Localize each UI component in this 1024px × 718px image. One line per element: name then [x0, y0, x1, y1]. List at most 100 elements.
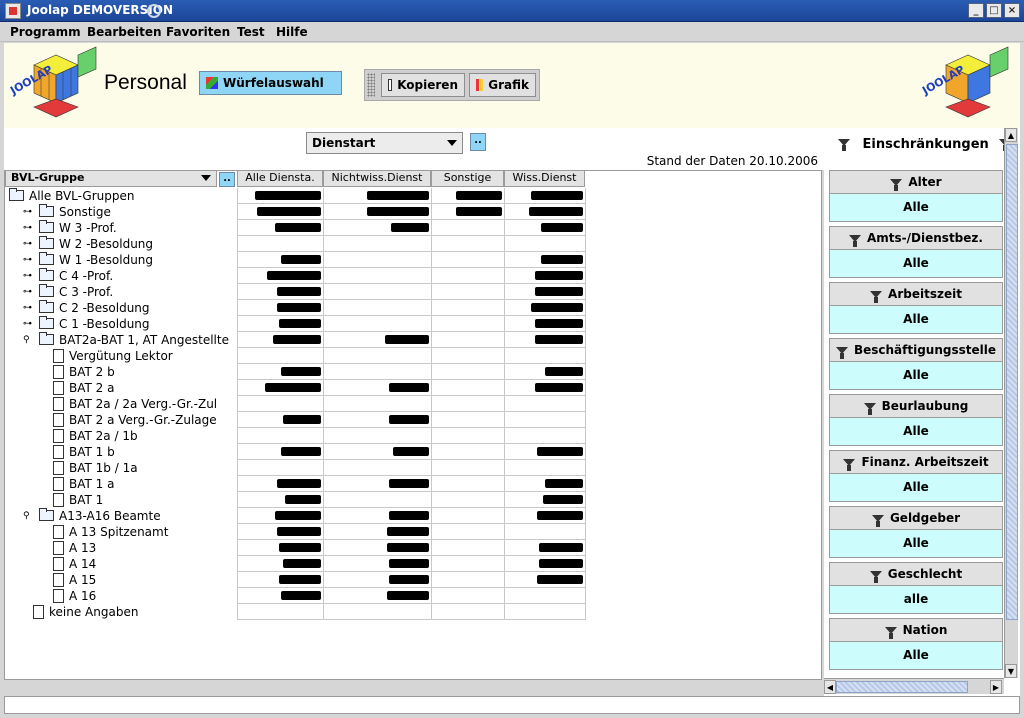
table-row[interactable]: BAT 1	[5, 492, 585, 508]
table-row[interactable]: BAT 1 b	[5, 444, 585, 460]
table-row[interactable]: ⊶ W 1 -Besoldung	[5, 252, 585, 268]
table-row[interactable]: ⊶ C 2 -Besoldung	[5, 300, 585, 316]
table-row[interactable]: ⊶ W 3 -Prof.	[5, 220, 585, 236]
filter-header[interactable]: Geschlecht	[829, 562, 1003, 586]
table-horizontal-scrollbar[interactable]	[4, 680, 822, 694]
table-row[interactable]: A 13 Spitzenamt	[5, 524, 585, 540]
tree-collapsed-icon[interactable]: ⊶	[23, 271, 32, 281]
table-row[interactable]: BAT 2 b	[5, 364, 585, 380]
table-row[interactable]: ⚲ BAT2a-BAT 1, AT Angestellte	[5, 332, 585, 348]
toolbar-grip[interactable]	[367, 73, 375, 97]
funnel-icon	[849, 234, 862, 247]
table-row[interactable]: keine Angaben	[5, 604, 585, 620]
cube-selection-button[interactable]: Würfelauswahl	[199, 71, 342, 95]
table-row[interactable]: Vergütung Lektor	[5, 348, 585, 364]
table-row[interactable]: BAT 1b / 1a	[5, 460, 585, 476]
filter-value[interactable]: Alle	[829, 418, 1003, 446]
scroll-thumb[interactable]	[1006, 144, 1018, 620]
menu-test[interactable]: Test	[237, 25, 265, 39]
filter-value[interactable]: Alle	[829, 474, 1003, 502]
filter-name: Arbeitszeit	[888, 287, 962, 301]
scroll-left-arrow-icon[interactable]: ◀	[824, 680, 836, 694]
filter-header[interactable]: Alter	[829, 170, 1003, 194]
funnel-icon	[838, 139, 850, 151]
filter-header[interactable]: Arbeitszeit	[829, 282, 1003, 306]
row-header-label: BVL-Gruppe	[11, 171, 85, 184]
tree-collapsed-icon[interactable]: ⊶	[23, 319, 32, 329]
scroll-thumb[interactable]	[836, 681, 968, 693]
menu-bearbeiten[interactable]: Bearbeiten	[87, 25, 162, 39]
copy-button[interactable]: Kopieren	[381, 73, 465, 97]
table-row[interactable]: A 14	[5, 556, 585, 572]
folder-icon	[39, 220, 54, 233]
dimension-more-button[interactable]: ..	[470, 133, 486, 151]
filter-value[interactable]: alle	[829, 586, 1003, 614]
table-row[interactable]: A 13	[5, 540, 585, 556]
row-label: BAT2a-BAT 1, AT Angestellte	[59, 333, 229, 347]
close-button[interactable]: ×	[1004, 3, 1020, 18]
tree-collapsed-icon[interactable]: ⊶	[23, 255, 32, 265]
chart-button[interactable]: Grafik	[469, 73, 536, 97]
table-row[interactable]: BAT 2a / 1b	[5, 428, 585, 444]
tree-collapsed-icon[interactable]: ⊶	[23, 303, 32, 313]
filter-value[interactable]: Alle	[829, 306, 1003, 334]
table-row[interactable]: BAT 2 a	[5, 380, 585, 396]
table-row[interactable]: A 16	[5, 588, 585, 604]
scroll-up-arrow-icon[interactable]: ▲	[1005, 128, 1017, 142]
scroll-right-arrow-icon[interactable]: ▶	[990, 680, 1002, 694]
menu-programm[interactable]: Programm	[10, 25, 81, 39]
filter-header[interactable]: Finanz. Arbeitszeit	[829, 450, 1003, 474]
scroll-down-arrow-icon[interactable]: ▼	[1005, 664, 1017, 678]
redacted-value	[279, 543, 321, 552]
filter-header[interactable]: Beschäftigungsstelle	[829, 338, 1003, 362]
row-label: BAT 2 b	[69, 365, 115, 379]
menu-hilfe[interactable]: Hilfe	[276, 25, 308, 39]
redacted-value	[535, 335, 583, 344]
maximize-button[interactable]: □	[986, 3, 1002, 18]
document-icon	[53, 349, 64, 363]
filter-value[interactable]: Alle	[829, 194, 1003, 222]
tree-expanded-icon[interactable]: ⚲	[23, 335, 30, 345]
table-row[interactable]: BAT 1 a	[5, 476, 585, 492]
filter-value[interactable]: Alle	[829, 362, 1003, 390]
table-row[interactable]: ⊶ Sonstige	[5, 204, 585, 220]
filter-value[interactable]: Alle	[829, 642, 1003, 670]
table-row[interactable]: ⊶ C 3 -Prof.	[5, 284, 585, 300]
filter-value[interactable]: Alle	[829, 530, 1003, 558]
dimension-select[interactable]: Dienstart	[306, 132, 463, 154]
filter-header[interactable]: Amts-/Dienstbez.	[829, 226, 1003, 250]
tree-collapsed-icon[interactable]: ⊶	[23, 239, 32, 249]
table-row[interactable]: Alle BVL-Gruppen	[5, 188, 585, 204]
tree-expanded-icon[interactable]: ⚲	[23, 511, 30, 521]
app-icon[interactable]	[5, 3, 21, 19]
filter-header[interactable]: Geldgeber	[829, 506, 1003, 530]
column-header-alle[interactable]: Alle Diensta.	[237, 171, 323, 187]
table-row[interactable]: ⚲ A13-A16 Beamte	[5, 508, 585, 524]
table-row[interactable]: A 15	[5, 572, 585, 588]
row-label: W 1 -Besoldung	[59, 253, 154, 267]
column-header-nichtwiss[interactable]: Nichtwiss.Dienst	[323, 171, 431, 187]
filter-header[interactable]: Beurlaubung	[829, 394, 1003, 418]
table-row[interactable]: ⊶ C 1 -Besoldung	[5, 316, 585, 332]
filter-header[interactable]: Nation	[829, 618, 1003, 642]
menu-favoriten[interactable]: Favoriten	[166, 25, 230, 39]
redacted-value	[531, 303, 583, 312]
table-row[interactable]: ⊶ W 2 -Besoldung	[5, 236, 585, 252]
filter-vertical-scrollbar[interactable]: ▲ ▼	[1004, 128, 1018, 678]
tree-collapsed-icon[interactable]: ⊶	[23, 223, 32, 233]
row-label: C 3 -Prof.	[59, 285, 114, 299]
tree-collapsed-icon[interactable]: ⊶	[23, 287, 32, 297]
row-header-dropdown[interactable]: BVL-Gruppe	[5, 171, 217, 187]
filter-value[interactable]: Alle	[829, 250, 1003, 278]
table-row[interactable]: BAT 2 a Verg.-Gr.-Zulage	[5, 412, 585, 428]
column-header-wiss[interactable]: Wiss.Dienst	[504, 171, 585, 187]
table-row[interactable]: BAT 2a / 2a Verg.-Gr.-Zul	[5, 396, 585, 412]
table-row[interactable]: ⊶ C 4 -Prof.	[5, 268, 585, 284]
folder-icon	[9, 188, 24, 201]
row-header-more-button[interactable]: ..	[219, 172, 235, 187]
tree-collapsed-icon[interactable]: ⊶	[23, 207, 32, 217]
filter-horizontal-scrollbar[interactable]: ◀ ▶	[824, 678, 1004, 694]
minimize-button[interactable]: _	[968, 3, 984, 18]
column-header-sonstige[interactable]: Sonstige	[431, 171, 504, 187]
folder-icon	[39, 268, 54, 281]
